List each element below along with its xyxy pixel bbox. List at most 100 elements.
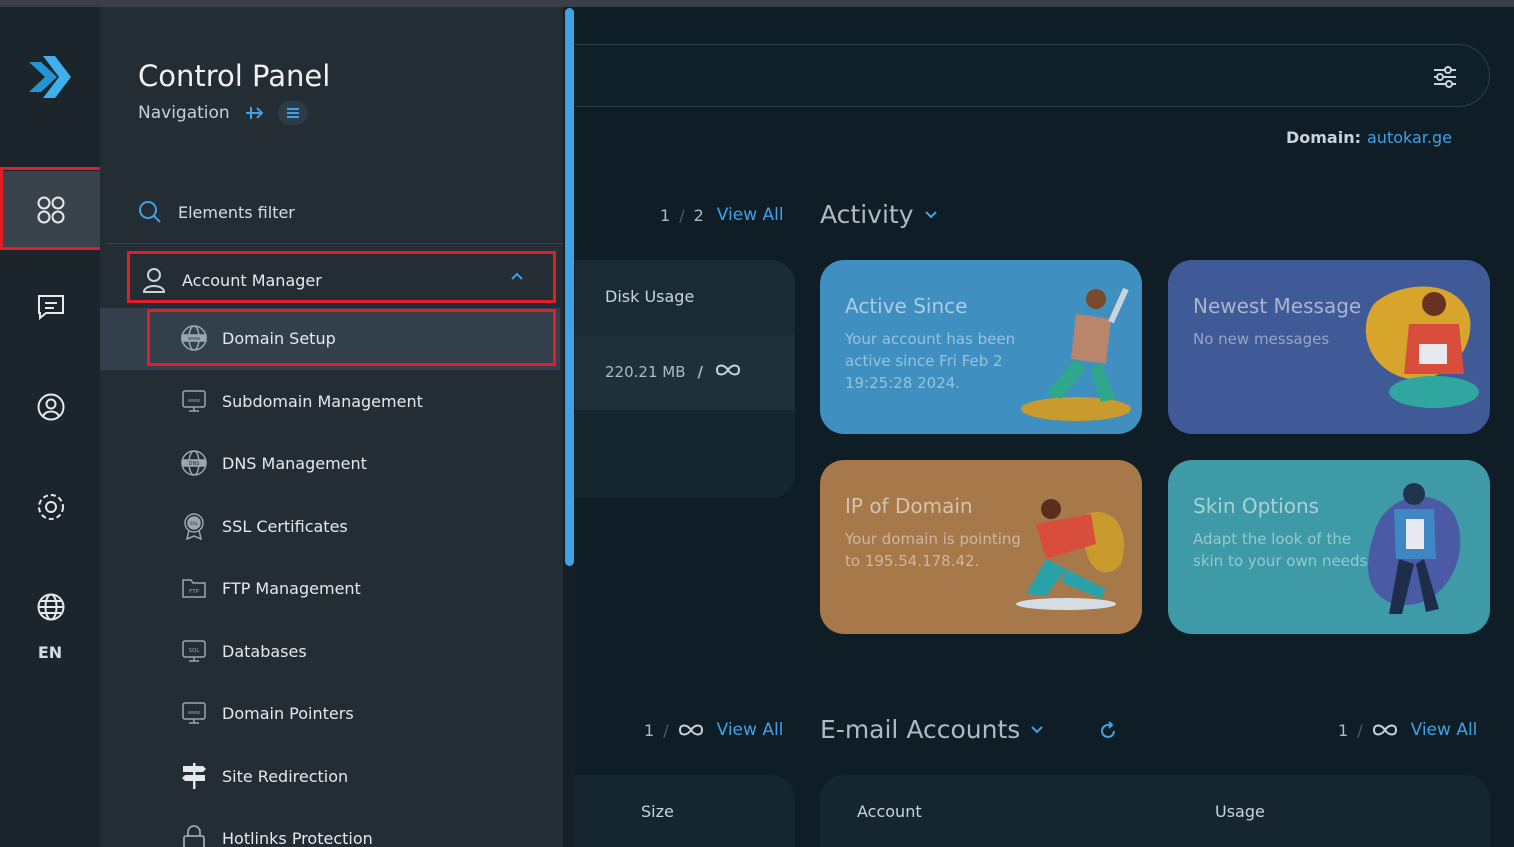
nav-item-label: Databases bbox=[222, 641, 307, 661]
highlight-dashboard bbox=[0, 167, 106, 250]
lower-pager: 1 / View All bbox=[644, 720, 783, 740]
nav-item-databases[interactable]: SQL Databases bbox=[180, 637, 307, 665]
svg-text:DNS: DNS bbox=[189, 461, 200, 467]
pager-separator: / bbox=[679, 205, 685, 225]
panel-subtitle-text: Navigation bbox=[138, 103, 230, 123]
user-circle-icon bbox=[37, 393, 65, 421]
nav-item-site-redirection[interactable]: Site Redirection bbox=[180, 762, 348, 790]
rail-account-button[interactable] bbox=[2, 368, 100, 446]
nav-item-ftp-management[interactable]: FTP FTP Management bbox=[180, 574, 361, 602]
size-header-label: Size bbox=[641, 802, 674, 821]
activity-title-text: Activity bbox=[820, 200, 914, 229]
refresh-icon[interactable] bbox=[1098, 721, 1118, 741]
chevron-down-icon bbox=[1031, 725, 1044, 733]
main-content: Domain: autokar.ge 1 / 2 View All Disk Us… bbox=[575, 7, 1514, 847]
nav-item-label: Site Redirection bbox=[222, 766, 349, 786]
nav-item-label: Domain Pointers bbox=[222, 703, 354, 723]
view-all-link[interactable]: View All bbox=[1411, 720, 1478, 740]
rail-settings-button[interactable] bbox=[2, 468, 100, 546]
nav-item-label: Subdomain Management bbox=[222, 391, 423, 411]
lock-icon bbox=[180, 824, 208, 847]
person-running-illustration bbox=[1021, 287, 1131, 421]
panel-scrollbar-thumb[interactable] bbox=[565, 8, 574, 566]
panel-subtitle: Navigation bbox=[138, 101, 308, 125]
www-monitor-icon: www bbox=[180, 699, 208, 727]
ssl-badge-icon: SSL bbox=[180, 512, 208, 540]
person-kneeling-illustration bbox=[1016, 499, 1125, 610]
nav-item-ssl-certificates[interactable]: SSL SSL Certificates bbox=[180, 512, 348, 540]
globe-icon bbox=[37, 593, 65, 621]
sliders-icon[interactable] bbox=[1431, 63, 1459, 91]
activity-card-ip-of-domain[interactable]: IP of Domain Your domain is pointing to … bbox=[820, 460, 1142, 634]
person-walking-illustration bbox=[1368, 483, 1461, 614]
usage-column-header: Usage bbox=[1215, 802, 1265, 821]
panel-divider bbox=[105, 243, 563, 244]
size-column-header: Size bbox=[575, 775, 795, 847]
dns-globe-icon: DNS bbox=[180, 449, 208, 477]
svg-text:SSL: SSL bbox=[190, 521, 199, 527]
pager-total: 2 bbox=[693, 205, 704, 225]
gear-icon bbox=[38, 494, 64, 520]
nav-item-domain-pointers[interactable]: www Domain Pointers bbox=[180, 699, 354, 727]
elements-filter[interactable]: Elements filter bbox=[138, 200, 295, 224]
disk-usage-header: Disk Usage bbox=[575, 260, 795, 335]
search-icon bbox=[139, 201, 161, 223]
disk-pager: 1 / 2 View All bbox=[660, 205, 784, 225]
email-pager: 1 / View All bbox=[1338, 720, 1477, 740]
top-strip bbox=[0, 0, 1514, 7]
disk-usage-row: 220.21 MB / bbox=[575, 335, 795, 410]
activity-title[interactable]: Activity bbox=[820, 200, 938, 229]
nav-item-hotlinks-protection[interactable]: Hotlinks Protection bbox=[180, 824, 373, 847]
pager-current: 1 bbox=[660, 205, 671, 225]
nav-item-subdomain-management[interactable]: www Subdomain Management bbox=[180, 387, 423, 415]
signpost-icon bbox=[180, 762, 208, 790]
domain-label: Domain: bbox=[1285, 128, 1361, 147]
rail-messages-button[interactable] bbox=[2, 268, 100, 346]
highlight-account-manager bbox=[127, 251, 556, 303]
svg-text:FTP: FTP bbox=[189, 589, 199, 595]
nav-item-label: DNS Management bbox=[222, 453, 367, 473]
panel-title: Control Panel bbox=[138, 59, 331, 93]
pager-separator: / bbox=[1357, 720, 1363, 740]
disk-slash: / bbox=[697, 363, 703, 381]
view-all-link[interactable]: View All bbox=[717, 205, 784, 225]
activity-card-active-since[interactable]: Active Since Your account has been activ… bbox=[820, 260, 1142, 434]
nav-item-label: SSL Certificates bbox=[222, 516, 348, 536]
infinity-icon bbox=[1372, 724, 1397, 736]
language-label[interactable]: EN bbox=[0, 643, 100, 662]
logo-icon[interactable] bbox=[27, 54, 73, 100]
disk-usage-card: Disk Usage 220.21 MB / bbox=[575, 260, 795, 498]
email-accounts-table: Account Usage bbox=[820, 775, 1490, 847]
svg-text:www: www bbox=[188, 398, 200, 404]
infinity-icon bbox=[715, 364, 740, 376]
pager-current: 1 bbox=[644, 720, 655, 740]
search-bar[interactable] bbox=[575, 44, 1490, 107]
domain-info: Domain: autokar.ge bbox=[1286, 128, 1452, 147]
icon-rail: EN bbox=[0, 7, 100, 847]
nav-item-label: FTP Management bbox=[222, 578, 361, 598]
account-column-header: Account bbox=[857, 802, 922, 821]
infinity-icon bbox=[678, 724, 703, 736]
list-view-icon[interactable] bbox=[277, 101, 308, 125]
email-accounts-title[interactable]: E-mail Accounts bbox=[820, 715, 1044, 744]
elements-filter-label: Elements filter bbox=[178, 202, 295, 222]
navigation-panel: Control Panel Navigation Elements filter… bbox=[100, 7, 563, 847]
nav-item-label: Hotlinks Protection bbox=[222, 828, 373, 847]
disk-used-value: 220.21 MB bbox=[605, 363, 686, 381]
svg-text:www: www bbox=[188, 710, 200, 716]
email-accounts-title-text: E-mail Accounts bbox=[820, 715, 1021, 744]
pin-icon[interactable] bbox=[244, 104, 264, 122]
activity-card-newest-message[interactable]: Newest Message No new messages bbox=[1168, 260, 1490, 434]
sql-database-icon: SQL bbox=[180, 637, 208, 665]
message-icon bbox=[38, 295, 64, 321]
domain-link[interactable]: autokar.ge bbox=[1367, 128, 1452, 147]
nav-item-dns-management[interactable]: DNS DNS Management bbox=[180, 449, 367, 477]
www-monitor-icon: www bbox=[180, 387, 208, 415]
ftp-folder-icon: FTP bbox=[180, 574, 208, 602]
rail-language-button[interactable] bbox=[2, 568, 100, 646]
pager-current: 1 bbox=[1338, 720, 1349, 740]
activity-card-skin-options[interactable]: Skin Options Adapt the look of the skin … bbox=[1168, 460, 1490, 634]
pager-separator: / bbox=[663, 720, 669, 740]
person-reading-illustration bbox=[1365, 286, 1479, 408]
view-all-link[interactable]: View All bbox=[717, 720, 784, 740]
